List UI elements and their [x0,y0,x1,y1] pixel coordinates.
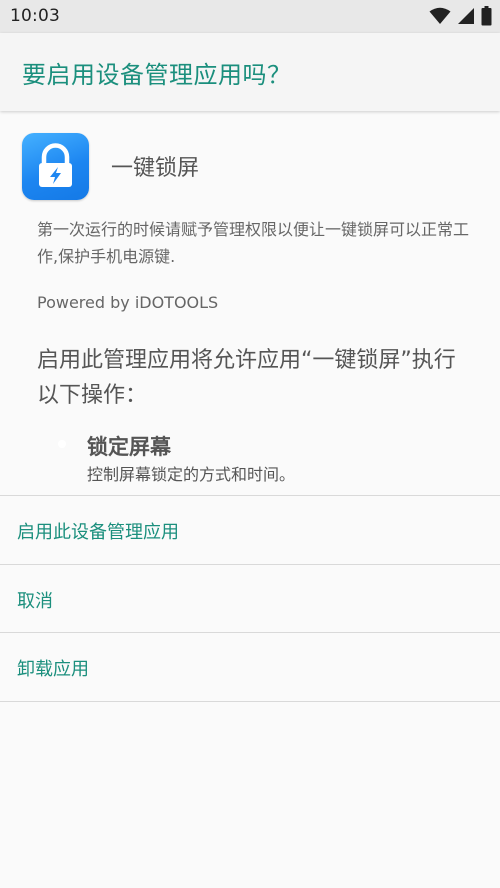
bullet-icon [58,440,66,448]
status-time: 10:03 [10,6,60,26]
cell-signal-icon [458,8,474,24]
cancel-label: 取消 [17,590,53,612]
battery-icon [481,6,492,26]
wifi-icon [429,7,451,24]
policy-title: 锁定屏幕 [87,435,171,459]
lock-icon [22,133,89,200]
divider [0,701,500,702]
app-description: 第一次运行的时候请赋予管理权限以便让一键锁屏可以正常工作,保护手机电源键. [37,220,470,266]
page-title: 要启用设备管理应用吗？ [22,61,292,89]
device-admin-screen: 10:03 要启用设备管理应用吗？ 一键锁屏 第一次运行的时候请赋予管理权限以便… [0,0,500,888]
status-icons [429,6,492,26]
activate-admin-button[interactable]: 启用此设备管理应用 [0,497,500,564]
uninstall-app-button[interactable]: 卸载应用 [0,634,500,701]
powered-by-label: Powered by iDOTOOLS [37,293,219,312]
activate-admin-label: 启用此设备管理应用 [17,521,179,543]
policy-description: 控制屏幕锁定的方式和时间。 [87,465,296,484]
status-bar: 10:03 [0,0,500,33]
divider [0,564,500,565]
permission-warning: 启用此管理应用将允许应用“一键锁屏”执行以下操作： [37,348,456,408]
app-name: 一键锁屏 [111,156,200,181]
divider [0,632,500,633]
app-bar: 要启用设备管理应用吗？ [0,33,500,111]
divider [0,495,500,496]
uninstall-app-label: 卸载应用 [17,658,89,680]
cancel-button[interactable]: 取消 [0,566,500,633]
